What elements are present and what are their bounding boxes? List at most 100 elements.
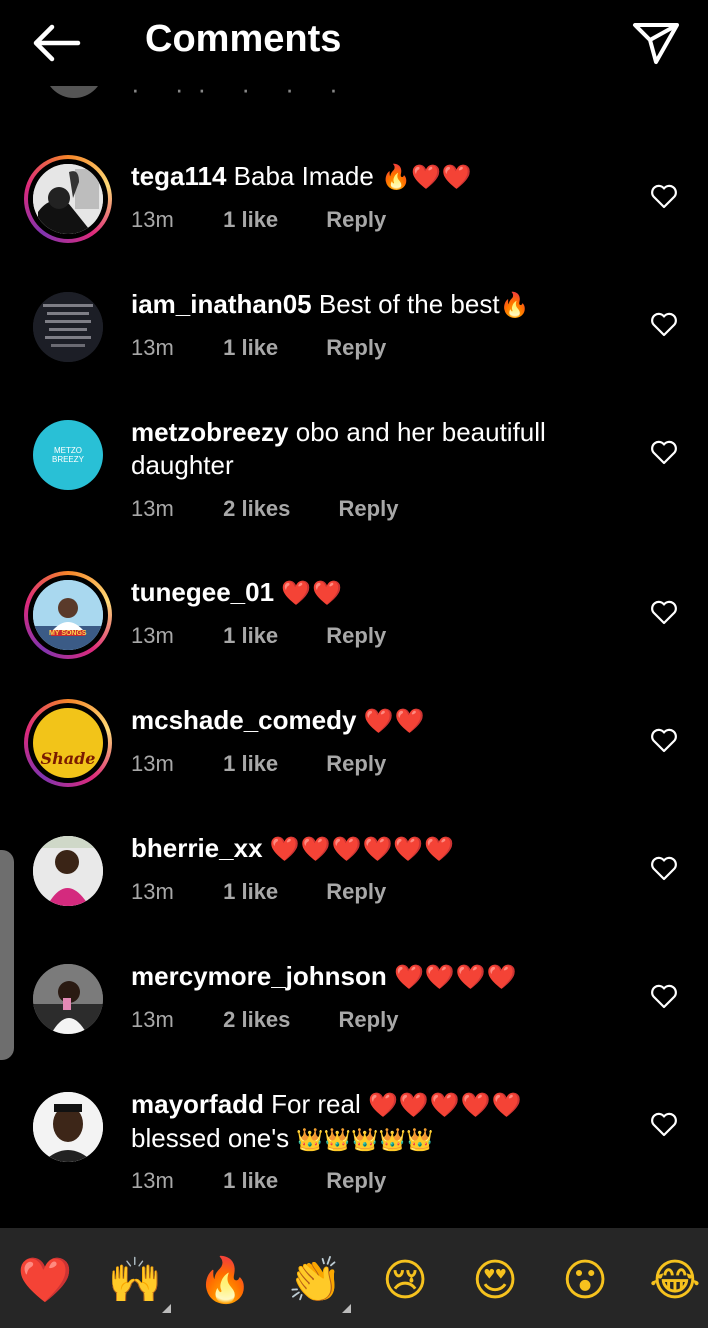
page-title: Comments — [145, 18, 342, 60]
comment-text: mcshade_comedy ❤️❤️ — [131, 704, 611, 738]
avatar[interactable] — [24, 1083, 112, 1171]
comment-meta: 13m 1 like Reply — [131, 879, 386, 905]
comment-meta: 13m 2 likes Reply — [131, 1007, 398, 1033]
comment-time: 13m — [131, 335, 174, 360]
crown-emoji: 👑 — [296, 1128, 324, 1153]
reply-button[interactable]: Reply — [326, 879, 386, 905]
avatar-image — [33, 964, 103, 1034]
like-heart-icon[interactable] — [650, 855, 678, 881]
avatar[interactable] — [24, 155, 112, 243]
comment-username[interactable]: mcshade_comedy — [131, 705, 356, 735]
comment-username[interactable]: metzobreezy — [131, 417, 289, 447]
comment-body: Best of the best — [318, 289, 500, 319]
reply-button[interactable]: Reply — [326, 751, 386, 777]
comment-time: 13m — [131, 207, 174, 232]
reply-button[interactable]: Reply — [326, 207, 386, 233]
comment-likes[interactable]: 2 likes — [223, 1007, 290, 1033]
heart-emoji: ❤️ — [362, 835, 394, 863]
arrow-left-icon[interactable] — [30, 22, 82, 64]
reply-button[interactable]: Reply — [339, 496, 399, 522]
comment-username[interactable]: tunegee_01 — [131, 577, 274, 607]
reaction-clapping[interactable]: 👏 — [284, 1250, 346, 1312]
comment-text: iam_inathan05 Best of the best🔥 — [131, 288, 611, 322]
reply-button[interactable]: Reply — [339, 1007, 399, 1033]
comment-username[interactable]: tega114 — [131, 161, 226, 191]
like-heart-icon[interactable] — [650, 183, 678, 209]
reaction-laughing[interactable]: 😂 — [644, 1250, 706, 1312]
comment-meta: 13m 2 likes Reply — [131, 496, 398, 522]
comment-likes[interactable]: 1 like — [223, 335, 278, 361]
comment-likes[interactable]: 1 like — [223, 751, 278, 777]
comment-username[interactable]: bherrie_xx — [131, 833, 263, 863]
comment-likes[interactable]: 1 like — [223, 207, 278, 233]
comment-body: Baba Imade — [233, 161, 374, 191]
comment-body: blessed one's — [131, 1123, 290, 1153]
comment-text: tunegee_01 ❤️❤️ — [131, 576, 611, 610]
avatar[interactable]: Shade — [24, 699, 112, 787]
heart-emoji: ❤️ — [460, 1091, 492, 1119]
like-heart-icon[interactable] — [650, 439, 678, 465]
heart-emoji: ❤️ — [394, 707, 426, 735]
avatar[interactable] — [24, 955, 112, 1043]
reply-button[interactable]: Reply — [326, 1168, 386, 1194]
header-bar: Comments — [0, 0, 708, 86]
like-heart-icon[interactable] — [650, 1111, 678, 1137]
paper-plane-icon[interactable] — [630, 20, 682, 66]
reply-button[interactable]: Reply — [326, 335, 386, 361]
edge-panel-handle[interactable] — [0, 850, 14, 1060]
heart-emoji: ❤️ — [429, 1091, 461, 1119]
comment-likes[interactable]: 1 like — [223, 1168, 278, 1194]
reaction-crying[interactable]: 😢 — [374, 1250, 436, 1312]
comment-text: bherrie_xx ❤️❤️❤️❤️❤️❤️ — [131, 832, 611, 866]
comment-text: mayorfadd For real ❤️❤️❤️❤️❤️ blessed on… — [131, 1088, 611, 1157]
comment-likes[interactable]: 1 like — [223, 623, 278, 649]
avatar[interactable]: MY SONGS — [24, 571, 112, 659]
comment-username[interactable]: mercymore_johnson — [131, 961, 387, 991]
comment-time: 13m — [131, 623, 174, 648]
reply-button[interactable]: Reply — [326, 623, 386, 649]
reaction-heart[interactable]: ❤️ — [14, 1250, 76, 1312]
heart-emoji: ❤️ — [393, 835, 425, 863]
avatar-image — [33, 292, 103, 362]
comment-text: mercymore_johnson ❤️❤️❤️❤️ — [131, 960, 611, 994]
avatar-image — [33, 1092, 103, 1162]
heart-emoji: ❤️ — [363, 707, 395, 735]
skin-tone-indicator — [162, 1304, 171, 1313]
reaction-heart-eyes[interactable]: 😍 — [464, 1250, 526, 1312]
comment-time: 13m — [131, 879, 174, 904]
comment-username[interactable]: iam_inathan05 — [131, 289, 312, 319]
heart-emoji: ❤️ — [281, 579, 313, 607]
avatar[interactable] — [24, 827, 112, 915]
partial-comment: · ·· · · · — [0, 86, 708, 106]
reaction-raised-hands[interactable]: 🙌 — [104, 1250, 166, 1312]
like-heart-icon[interactable] — [650, 599, 678, 625]
comment-likes[interactable]: 2 likes — [223, 496, 290, 522]
heart-emoji: ❤️ — [269, 835, 301, 863]
avatar[interactable] — [24, 283, 112, 371]
reaction-fire[interactable]: 🔥 — [194, 1250, 256, 1312]
heart-emoji: ❤️ — [491, 1091, 523, 1119]
comment-time: 13m — [131, 1007, 174, 1032]
like-heart-icon[interactable] — [650, 983, 678, 1009]
avatar-image — [33, 164, 103, 234]
heart-emoji: ❤️ — [410, 163, 442, 191]
avatar-label: Shade — [40, 749, 96, 768]
comment-meta: 13m 1 like Reply — [131, 1168, 386, 1194]
like-heart-icon[interactable] — [650, 311, 678, 337]
heart-emoji: ❤️ — [393, 963, 425, 991]
heart-emoji: ❤️ — [441, 163, 473, 191]
skin-tone-indicator — [342, 1304, 351, 1313]
avatar — [44, 86, 104, 98]
comment-meta: 13m 1 like Reply — [131, 207, 386, 233]
heart-emoji: ❤️ — [331, 835, 363, 863]
heart-emoji: ❤️ — [486, 963, 518, 991]
crown-emoji: 👑 — [323, 1128, 352, 1153]
partial-text: · ·· · · · — [131, 86, 352, 104]
like-heart-icon[interactable] — [650, 727, 678, 753]
avatar-image — [33, 836, 103, 906]
heart-emoji: ❤️ — [367, 1091, 399, 1119]
comment-username[interactable]: mayorfadd — [131, 1089, 264, 1119]
avatar[interactable]: METZO BREEZY — [24, 411, 112, 499]
reaction-surprised[interactable]: 😮 — [554, 1250, 616, 1312]
comment-likes[interactable]: 1 like — [223, 879, 278, 905]
